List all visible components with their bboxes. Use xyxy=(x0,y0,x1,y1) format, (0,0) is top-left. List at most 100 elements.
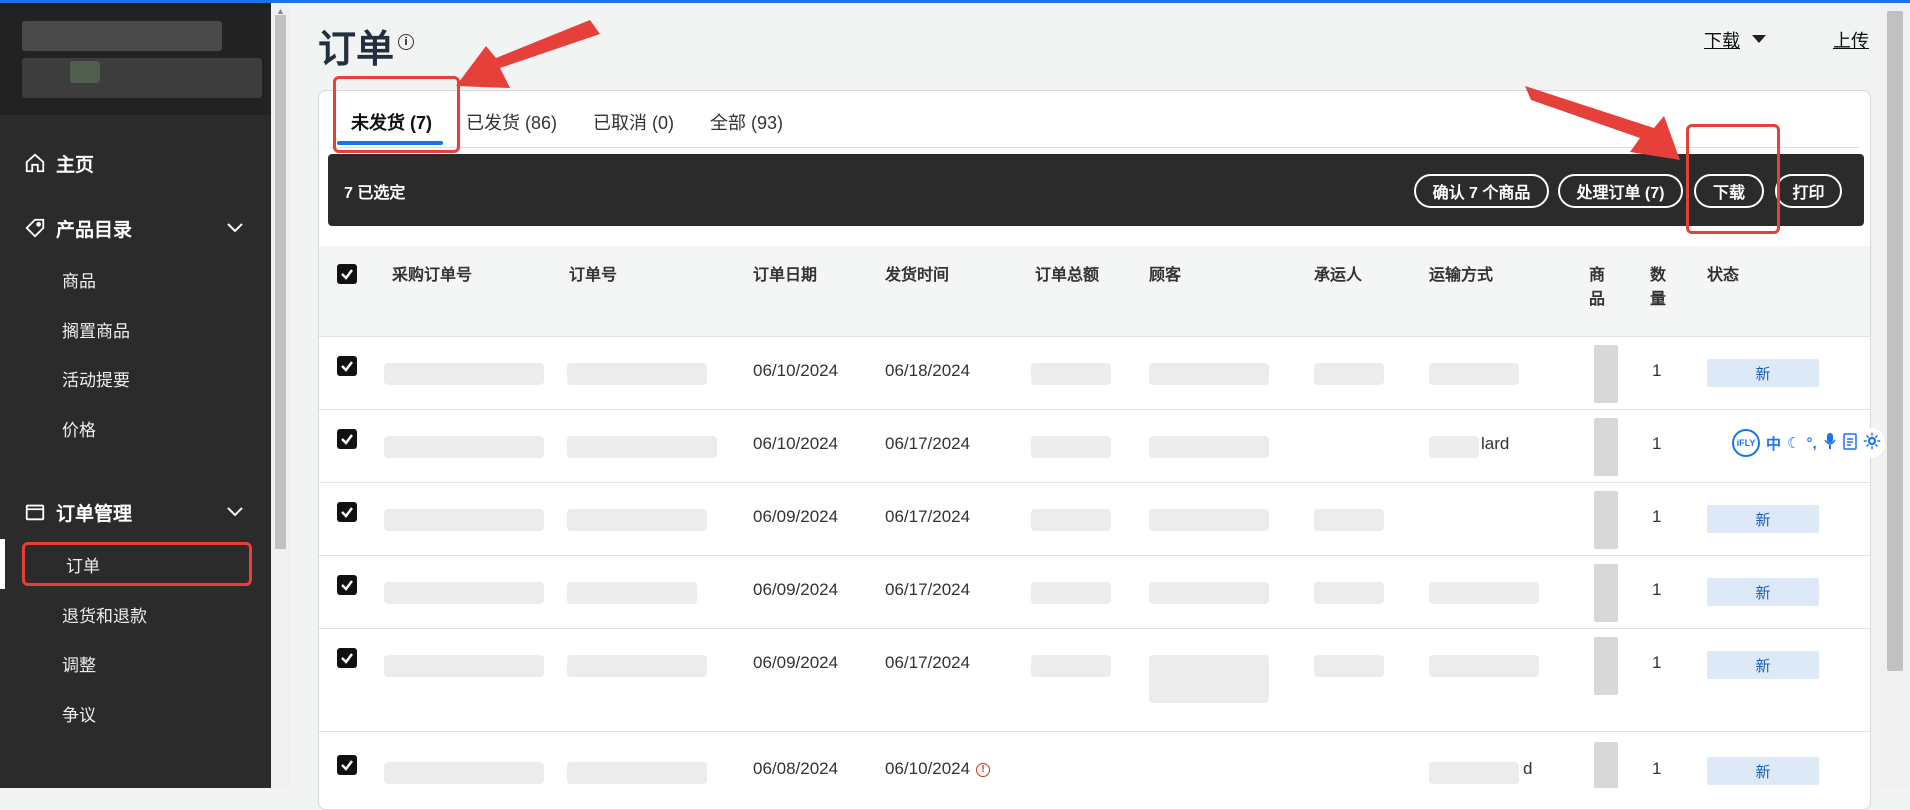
sidebar-item-order-management[interactable]: 订单管理 xyxy=(22,497,257,527)
redacted-carrier xyxy=(1314,509,1384,531)
warning-icon[interactable]: ! xyxy=(976,762,991,777)
sidebar-subitem-shelved[interactable]: 搁置商品 xyxy=(62,317,130,342)
quantity: 1 xyxy=(1652,434,1662,453)
redacted-order-no xyxy=(567,762,707,784)
gear-icon[interactable] xyxy=(1863,432,1881,455)
column-header[interactable]: 运输方式 xyxy=(1429,264,1493,288)
product-thumbnail[interactable] xyxy=(1594,418,1618,476)
ship-method: lard xyxy=(1481,434,1510,453)
tab-cancelled[interactable]: 已取消 (0) xyxy=(593,109,674,135)
ship-method: d xyxy=(1523,759,1533,778)
ime-toolbar[interactable]: iFLY 中 ☾ °, xyxy=(1728,428,1885,458)
product-thumbnail[interactable] xyxy=(1594,637,1618,695)
moon-icon[interactable]: ☾ xyxy=(1787,434,1800,452)
column-header[interactable]: 订单总额 xyxy=(1035,264,1099,288)
sidebar-subitem-products[interactable]: 商品 xyxy=(62,267,96,292)
redacted-po xyxy=(384,509,544,531)
punctuation-icon[interactable]: °, xyxy=(1806,435,1816,452)
sidebar-item-home[interactable]: 主页 xyxy=(22,148,94,178)
home-icon xyxy=(22,150,48,176)
sidebar-item-label: 订单管理 xyxy=(56,503,133,525)
redacted-po xyxy=(384,582,544,604)
table-row[interactable]: 06/10/2024 06/17/2024 lard 1 xyxy=(319,410,1870,483)
sidebar-scrollbar[interactable]: ▲ xyxy=(271,3,290,788)
upload-link[interactable]: 上传 xyxy=(1833,27,1869,53)
column-header[interactable]: 数量 xyxy=(1650,264,1667,312)
row-checkbox[interactable] xyxy=(337,575,357,595)
redacted-ship-method xyxy=(1429,762,1519,784)
column-header[interactable]: 订单日期 xyxy=(753,264,817,288)
sidebar-subitem-pricing[interactable]: 价格 xyxy=(62,416,96,441)
status-badge: 新 xyxy=(1707,651,1819,679)
chevron-down-icon[interactable] xyxy=(225,502,245,522)
annotation-highlight-download xyxy=(1686,124,1780,234)
quantity: 1 xyxy=(1652,580,1662,599)
table-row[interactable]: 06/09/2024 06/17/2024 1 新 xyxy=(319,483,1870,556)
table-header: 采购订单号 订单号 订单日期 发货时间 订单总额 顾客 承运人 运输方式 商品 … xyxy=(319,246,1870,337)
page-scrollbar[interactable] xyxy=(1880,3,1910,788)
sidebar-item-label: 主页 xyxy=(56,154,95,176)
redacted-total xyxy=(1031,436,1111,458)
column-header[interactable]: 顾客 xyxy=(1149,264,1181,288)
column-header[interactable]: 承运人 xyxy=(1314,264,1362,288)
sidebar-subitem-returns[interactable]: 退货和退款 xyxy=(62,602,147,627)
ship-time: 06/17/2024 xyxy=(885,580,971,599)
row-checkbox[interactable] xyxy=(337,502,357,522)
annotation-highlight-orders xyxy=(22,542,252,586)
chevron-down-icon[interactable] xyxy=(225,218,245,238)
redacted-carrier xyxy=(1314,655,1384,677)
column-header[interactable]: 采购订单号 xyxy=(392,264,472,288)
bulk-action-bar: 7 已选定 确认 7 个商品 处理订单 (7) 下载 打印 xyxy=(328,154,1864,226)
ifly-logo-icon[interactable]: iFLY xyxy=(1732,429,1760,457)
column-header[interactable]: 状态 xyxy=(1707,264,1739,288)
row-checkbox[interactable] xyxy=(337,755,357,775)
table-row[interactable]: 06/09/2024 06/17/2024 1 新 xyxy=(319,629,1870,732)
redacted-total xyxy=(1031,363,1111,385)
product-thumbnail[interactable] xyxy=(1594,345,1618,403)
column-header[interactable]: 发货时间 xyxy=(885,264,949,288)
sidebar-subitem-feeds[interactable]: 活动提要 xyxy=(62,366,130,391)
product-thumbnail[interactable] xyxy=(1594,564,1618,622)
redacted-customer xyxy=(1149,363,1269,385)
redacted-ship-method xyxy=(1429,436,1479,458)
table-row[interactable]: 06/09/2024 06/17/2024 1 新 xyxy=(319,556,1870,629)
print-button[interactable]: 打印 xyxy=(1775,174,1842,208)
redacted-po xyxy=(384,762,544,784)
table-row[interactable]: 06/10/2024 06/18/2024 1 新 xyxy=(319,337,1870,410)
redacted-total xyxy=(1031,655,1111,677)
ime-language-toggle[interactable]: 中 xyxy=(1766,433,1781,454)
caret-down-icon[interactable] xyxy=(1752,35,1766,43)
confirm-items-button[interactable]: 确认 7 个商品 xyxy=(1414,174,1549,208)
redacted-customer xyxy=(1149,655,1269,703)
order-date: 06/09/2024 xyxy=(753,580,839,599)
tab-all[interactable]: 全部 (93) xyxy=(710,109,783,135)
row-checkbox[interactable] xyxy=(337,648,357,668)
product-thumbnail[interactable] xyxy=(1594,742,1618,788)
quantity: 1 xyxy=(1652,759,1662,778)
clipboard-icon[interactable] xyxy=(1842,432,1857,455)
download-menu[interactable]: 下载 xyxy=(1704,27,1740,53)
info-icon[interactable]: i xyxy=(398,34,414,50)
select-all-checkbox[interactable] xyxy=(337,264,357,284)
redacted-customer xyxy=(1149,582,1269,604)
microphone-icon[interactable] xyxy=(1823,432,1837,455)
column-header[interactable]: 商品 xyxy=(1589,264,1606,312)
sidebar-subitem-disputes[interactable]: 争议 xyxy=(62,701,96,726)
process-orders-button[interactable]: 处理订单 (7) xyxy=(1558,174,1683,208)
tab-shipped[interactable]: 已发货 (86) xyxy=(466,109,557,135)
sidebar-item-catalog[interactable]: 产品目录 xyxy=(22,213,257,243)
table-row[interactable]: 06/08/2024 06/10/2024! d 1 新 xyxy=(319,732,1870,792)
store-icon xyxy=(22,499,48,525)
ship-time: 06/17/2024 xyxy=(885,434,971,453)
redacted-order-no xyxy=(567,363,707,385)
product-thumbnail[interactable] xyxy=(1594,491,1618,549)
selected-count: 7 已选定 xyxy=(344,185,406,202)
row-checkbox[interactable] xyxy=(337,356,357,376)
row-checkbox[interactable] xyxy=(337,429,357,449)
column-header[interactable]: 订单号 xyxy=(569,264,617,288)
order-date: 06/09/2024 xyxy=(753,507,839,526)
annotation-arrow-left xyxy=(456,20,600,88)
redacted-order-no xyxy=(567,436,717,458)
sidebar-subitem-adjustments[interactable]: 调整 xyxy=(62,651,96,676)
redacted-order-no xyxy=(567,509,707,531)
